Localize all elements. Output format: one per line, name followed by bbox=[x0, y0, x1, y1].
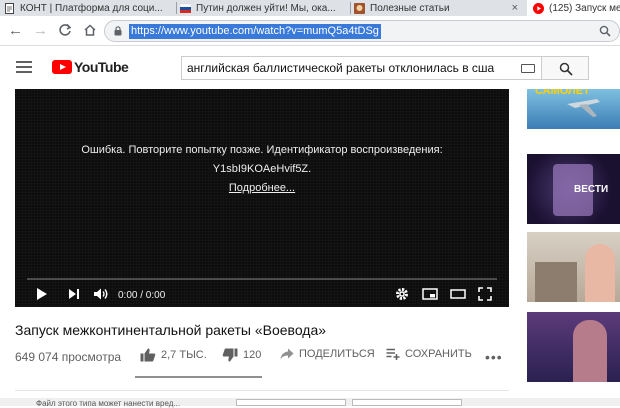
article-icon bbox=[354, 2, 365, 14]
tab-title: Полезные статьи bbox=[370, 2, 450, 14]
timecode: 0:00 / 0:00 bbox=[118, 290, 166, 301]
share-button[interactable]: ПОДЕЛИТЬСЯ bbox=[280, 348, 375, 360]
tab-title: Путин должен уйти! Мы, ока... bbox=[196, 2, 336, 14]
thumbs-up-icon bbox=[140, 348, 156, 362]
search-icon bbox=[559, 62, 573, 76]
next-icon[interactable] bbox=[67, 287, 81, 301]
video-title: Запуск межконтинентальной ракеты «Воевод… bbox=[15, 322, 327, 338]
more-actions-icon[interactable]: ••• bbox=[485, 349, 503, 365]
youtube-logo-text: YouTube bbox=[74, 59, 129, 75]
save-label: СОХРАНИТЬ bbox=[405, 348, 472, 360]
browser-toolbar: ← → https://www.youtube.com/watch?v=mumQ… bbox=[0, 16, 620, 46]
lock-icon bbox=[114, 26, 122, 36]
player-static-background bbox=[15, 89, 509, 307]
progress-bar[interactable] bbox=[27, 278, 497, 280]
flag-icon bbox=[180, 3, 191, 13]
share-label: ПОДЕЛИТЬСЯ bbox=[299, 348, 375, 360]
youtube-header: YouTube английская баллистической ракеты… bbox=[0, 47, 620, 89]
error-message: Ошибка. Повторите попытку позже. Идентиф… bbox=[81, 144, 443, 156]
tab-youtube-active[interactable]: (125) Запуск меж... bbox=[527, 0, 620, 16]
settings-gear-icon[interactable] bbox=[395, 287, 409, 301]
dislike-count: 120 bbox=[243, 349, 262, 361]
address-bar[interactable]: https://www.youtube.com/watch?v=mumQ5a4t… bbox=[104, 20, 620, 42]
sentiment-bar bbox=[135, 376, 262, 378]
playlist-add-icon bbox=[386, 348, 400, 360]
tab-kont[interactable]: КОНТ | Платформа для соци... bbox=[4, 0, 172, 16]
like-count: 2,7 ТЫС. bbox=[161, 349, 207, 361]
share-arrow-icon bbox=[280, 348, 294, 360]
thumbnail-background bbox=[535, 262, 577, 302]
recommended-video-thumbnail[interactable] bbox=[527, 232, 620, 302]
tab-separator bbox=[176, 2, 177, 14]
hamburger-menu-icon[interactable] bbox=[16, 61, 32, 73]
thumbnail-person bbox=[573, 320, 607, 382]
player-controls: 0:00 / 0:00 bbox=[15, 283, 509, 307]
search-query: английская баллистической ракеты отклони… bbox=[187, 61, 495, 75]
youtube-play-logo-icon bbox=[52, 60, 72, 74]
download-shelf-button[interactable] bbox=[352, 399, 462, 406]
zoom-icon[interactable] bbox=[599, 25, 611, 37]
tab-title: КОНТ | Платформа для соци... bbox=[20, 2, 163, 14]
keyboard-icon[interactable] bbox=[521, 64, 535, 73]
tab-useful-articles[interactable]: Полезные статьи × bbox=[354, 0, 522, 16]
recommended-video-thumbnail[interactable] bbox=[527, 312, 620, 382]
recommended-video-thumbnail[interactable]: САМОЛЁТ bbox=[527, 89, 620, 129]
back-arrow-icon[interactable]: ← bbox=[8, 22, 23, 40]
thumbnail-title: САМОЛЁТ bbox=[535, 89, 590, 97]
recommended-video-thumbnail[interactable]: ВЕСТИ bbox=[527, 154, 620, 224]
youtube-logo[interactable]: YouTube bbox=[52, 59, 129, 75]
volume-icon[interactable] bbox=[93, 287, 109, 301]
fullscreen-icon[interactable] bbox=[478, 287, 492, 301]
recommendations-sidebar: САМОЛЁТ ВЕСТИ bbox=[527, 89, 620, 406]
search-input[interactable]: английская баллистической ракеты отклони… bbox=[181, 56, 541, 80]
play-icon[interactable] bbox=[35, 287, 49, 301]
download-warning-text: Файл этого типа может нанести вред... bbox=[36, 399, 181, 408]
more-info-link[interactable]: Подробнее... bbox=[15, 182, 509, 194]
miniplayer-icon[interactable] bbox=[422, 287, 438, 301]
browser-tab-strip: КОНТ | Платформа для соци... Путин долже… bbox=[0, 0, 620, 16]
document-icon bbox=[5, 2, 14, 14]
search-button[interactable] bbox=[541, 56, 589, 80]
tab-title: (125) Запуск меж... bbox=[549, 2, 620, 14]
theater-mode-icon[interactable] bbox=[450, 287, 466, 301]
like-button[interactable]: 2,7 ТЫС. bbox=[140, 348, 207, 362]
more-info-link-text[interactable]: Подробнее... bbox=[229, 182, 295, 194]
forward-arrow-icon[interactable]: → bbox=[33, 22, 48, 40]
home-icon[interactable] bbox=[83, 23, 97, 37]
youtube-icon bbox=[533, 2, 544, 14]
tab-separator bbox=[350, 2, 351, 14]
save-button[interactable]: СОХРАНИТЬ bbox=[386, 348, 472, 360]
reload-icon[interactable] bbox=[58, 23, 72, 37]
video-player[interactable]: Ошибка. Повторите попытку позже. Идентиф… bbox=[15, 89, 509, 307]
playback-id: Y1sbI9KOAeHvif5Z. bbox=[212, 163, 312, 175]
thumbnail-title: ВЕСТИ bbox=[574, 184, 609, 195]
download-shelf-button[interactable] bbox=[236, 399, 346, 406]
dislike-button[interactable]: 120 bbox=[222, 348, 261, 362]
tab-close-icon[interactable]: × bbox=[512, 2, 518, 14]
thumbs-down-icon bbox=[222, 348, 238, 362]
divider bbox=[15, 390, 509, 391]
url-text[interactable]: https://www.youtube.com/watch?v=mumQ5a4t… bbox=[129, 24, 381, 39]
view-count: 649 074 просмотра bbox=[15, 350, 122, 364]
thumbnail-person bbox=[585, 244, 615, 302]
tab-putin[interactable]: Путин должен уйти! Мы, ока... bbox=[180, 0, 348, 16]
